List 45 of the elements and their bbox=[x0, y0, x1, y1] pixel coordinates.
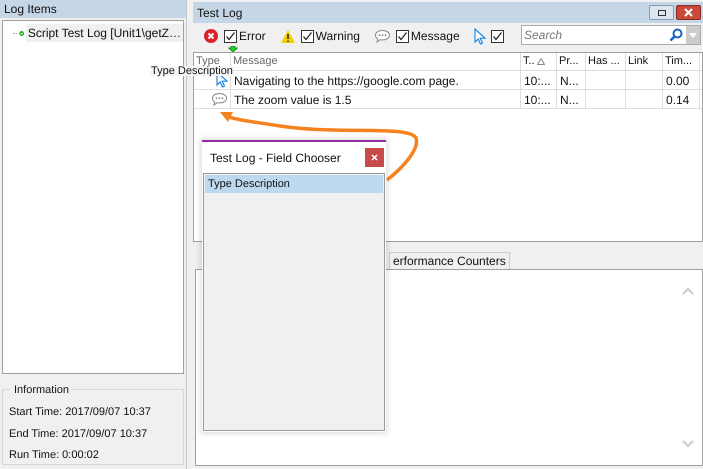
column-header[interactable]: T.. bbox=[521, 53, 557, 70]
table-cell: 10:... bbox=[521, 90, 557, 108]
tab[interactable]: erformance Counters bbox=[389, 252, 510, 269]
table-cell: 0.14 bbox=[663, 90, 700, 108]
checkbox[interactable] bbox=[396, 30, 409, 42]
checkbox[interactable] bbox=[300, 30, 314, 42]
list-item[interactable]: Type Description bbox=[205, 175, 383, 193]
info-text: End Time: 2017/09/07 10:37 bbox=[9, 426, 148, 442]
filter-label: Error bbox=[239, 28, 266, 45]
error-icon bbox=[203, 28, 219, 44]
column-header[interactable]: Pr... bbox=[557, 53, 586, 70]
table-cell: 0.00 bbox=[663, 71, 700, 89]
checkbox[interactable] bbox=[490, 30, 504, 42]
speech-bubble-icon bbox=[211, 92, 228, 107]
panel-title: Test Log bbox=[197, 4, 244, 22]
close-button[interactable] bbox=[676, 5, 701, 20]
restore-button[interactable] bbox=[649, 5, 674, 20]
warning-icon bbox=[280, 28, 296, 44]
filter-label: Warning bbox=[316, 28, 360, 45]
search-field[interactable]: Search bbox=[521, 25, 701, 45]
table-cell: The zoom value is 1.5 bbox=[231, 90, 521, 108]
column-header[interactable]: Has ... bbox=[586, 53, 626, 70]
filter-label: Message bbox=[410, 28, 460, 45]
close-icon bbox=[371, 154, 378, 161]
tree-item[interactable]: Script Test Log [Unit1\getZ… bbox=[26, 24, 183, 42]
close-icon bbox=[684, 8, 693, 17]
close-button[interactable] bbox=[365, 148, 384, 167]
panel-header: Log Items bbox=[0, 0, 186, 18]
table-cell: N... bbox=[557, 90, 586, 108]
column-header[interactable]: Link bbox=[626, 53, 663, 70]
drag-tooltip: Type Description bbox=[150, 66, 234, 76]
restore-icon bbox=[658, 10, 666, 16]
caret-icon bbox=[689, 32, 697, 38]
info-text: Run Time: 0:00:02 bbox=[9, 448, 100, 463]
info-text: Start Time: 2017/09/07 10:37 bbox=[9, 405, 152, 420]
cursor-icon bbox=[474, 28, 486, 44]
sort-icon bbox=[536, 58, 545, 65]
checkbox[interactable] bbox=[224, 30, 237, 42]
column-header[interactable]: Tim... bbox=[663, 53, 700, 70]
search-icon bbox=[669, 28, 683, 42]
speech-bubble-icon bbox=[374, 28, 391, 44]
table-cell: N... bbox=[557, 71, 586, 89]
table-cell: 10:... bbox=[521, 71, 557, 89]
dialog-title: Test Log - Field Chooser bbox=[210, 150, 342, 166]
drop-arrow-icon bbox=[228, 46, 238, 52]
